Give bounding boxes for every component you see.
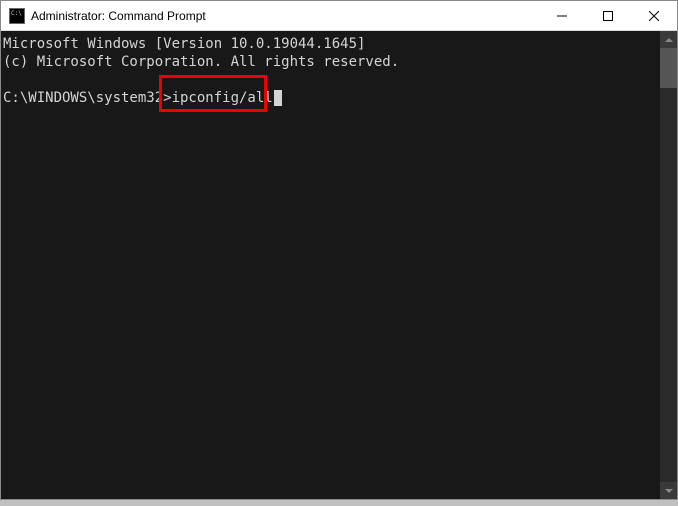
command-prompt-window: Administrator: Command Prompt Microsoft … <box>0 0 678 500</box>
window-controls <box>539 1 677 30</box>
minimize-button[interactable] <box>539 1 585 30</box>
cmd-icon <box>9 8 25 24</box>
scroll-down-arrow[interactable] <box>660 482 677 499</box>
output-line: Microsoft Windows [Version 10.0.19044.16… <box>3 36 365 52</box>
command-text: ipconfig/all <box>172 90 273 106</box>
vertical-scrollbar[interactable] <box>660 31 677 499</box>
terminal-container: Microsoft Windows [Version 10.0.19044.16… <box>1 31 677 499</box>
prompt-text: C:\WINDOWS\system32> <box>3 90 172 106</box>
scroll-thumb[interactable] <box>660 48 677 88</box>
window-title: Administrator: Command Prompt <box>31 9 539 23</box>
maximize-button[interactable] <box>585 1 631 30</box>
output-line: (c) Microsoft Corporation. All rights re… <box>3 54 399 70</box>
text-cursor <box>274 90 282 106</box>
titlebar[interactable]: Administrator: Command Prompt <box>1 1 677 31</box>
terminal-output[interactable]: Microsoft Windows [Version 10.0.19044.16… <box>1 31 660 499</box>
close-button[interactable] <box>631 1 677 30</box>
scroll-up-arrow[interactable] <box>660 31 677 48</box>
scroll-track[interactable] <box>660 88 677 482</box>
